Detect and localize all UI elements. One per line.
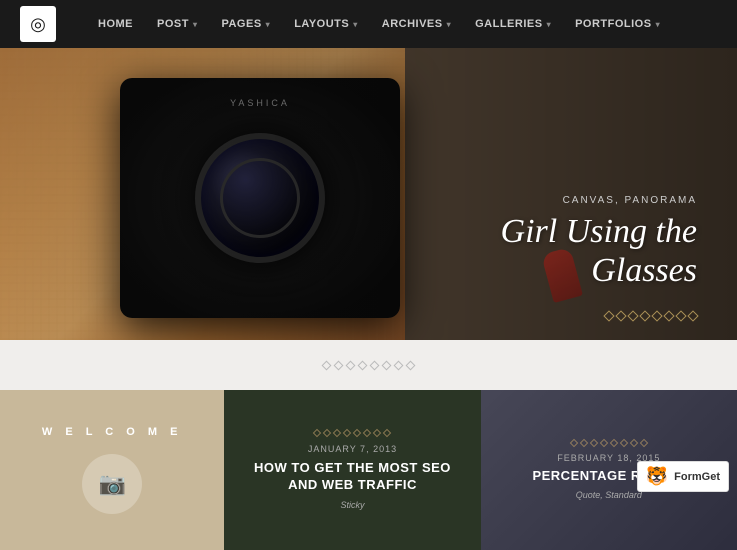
camera-icon: 📷 [98,471,125,497]
main-nav: HOME POST ▾ PAGES ▾ LAYOUTS ▾ ARCHIVES ▾… [86,18,672,30]
hero-section: YASHICA CANVAS, PANORAMA Girl Using the … [0,48,737,340]
sep-dot-1 [322,360,332,370]
card-welcome[interactable]: W E L C O M E 📷 [0,390,224,550]
nav-pages[interactable]: PAGES ▾ [209,18,282,30]
site-logo[interactable]: ◎ [20,6,56,42]
chevron-down-icon: ▾ [266,20,271,29]
cards-section: W E L C O M E 📷 JANUARY 7, 2013 HOW TO G… [0,390,737,550]
hero-dot-4[interactable] [639,310,650,321]
hero-dot-6[interactable] [663,310,674,321]
chevron-down-icon: ▾ [353,20,358,29]
seo-title: HOW TO GET THE MOST SEO AND WEB TRAFFIC [240,460,464,494]
sep-dot-8 [406,360,416,370]
nav-archives[interactable]: ARCHIVES ▾ [370,18,463,30]
review-dot-3 [590,439,598,447]
review-dot-1 [570,439,578,447]
hero-dot-3[interactable] [627,310,638,321]
nav-post[interactable]: POST ▾ [145,18,209,30]
seo-date: JANUARY 7, 2013 [308,444,397,454]
nav-galleries[interactable]: GALLERIES ▾ [463,18,563,30]
sep-dot-6 [382,360,392,370]
seo-dot-3 [333,429,341,437]
formget-badge[interactable]: 🐯 FormGet [637,461,729,492]
seo-tag: Sticky [340,500,364,510]
card-seo-dots [314,430,390,436]
sep-dot-2 [334,360,344,370]
sep-dot-5 [370,360,380,370]
hero-dot-2[interactable] [615,310,626,321]
nav-layouts[interactable]: LAYOUTS ▾ [282,18,370,30]
review-tag: Quote, Standard [576,490,642,500]
hero-dot-7[interactable] [675,310,686,321]
card-seo[interactable]: JANUARY 7, 2013 HOW TO GET THE MOST SEO … [224,390,480,550]
hero-dot-5[interactable] [651,310,662,321]
welcome-icon-circle: 📷 [82,454,142,514]
seo-dot-1 [313,429,321,437]
seo-dot-6 [363,429,371,437]
sep-dot-4 [358,360,368,370]
separator-dots [323,362,414,369]
section-separator [0,340,737,390]
review-dot-6 [620,439,628,447]
review-dot-5 [610,439,618,447]
nav-portfolios[interactable]: PORTFOLIOS ▾ [563,18,672,30]
logo-icon: ◎ [30,14,46,35]
sep-dot-7 [394,360,404,370]
formget-label: FormGet [674,471,720,483]
seo-dot-7 [373,429,381,437]
review-dot-8 [640,439,648,447]
hero-text-block: CANVAS, PANORAMA Girl Using the Glasses [501,195,697,290]
sep-dot-3 [346,360,356,370]
welcome-label: W E L C O M E [42,426,183,438]
seo-dot-2 [323,429,331,437]
review-dot-2 [580,439,588,447]
chevron-down-icon: ▾ [656,20,661,29]
chevron-down-icon: ▾ [193,20,198,29]
chevron-down-icon: ▾ [447,20,452,29]
seo-dot-4 [343,429,351,437]
review-dot-4 [600,439,608,447]
card-review-dots [571,440,647,446]
site-header: ◎ HOME POST ▾ PAGES ▾ LAYOUTS ▾ ARCHIVES… [0,0,737,48]
hero-pagination[interactable] [605,312,697,320]
formget-mascot-icon: 🐯 [646,466,668,487]
hero-title: Girl Using the Glasses [501,212,697,290]
seo-dot-5 [353,429,361,437]
chevron-down-icon: ▾ [547,20,552,29]
hero-dot-1[interactable] [603,310,614,321]
hero-dot-8[interactable] [687,310,698,321]
hero-category: CANVAS, PANORAMA [501,195,697,206]
nav-home[interactable]: HOME [86,18,145,30]
review-dot-7 [630,439,638,447]
seo-dot-8 [383,429,391,437]
